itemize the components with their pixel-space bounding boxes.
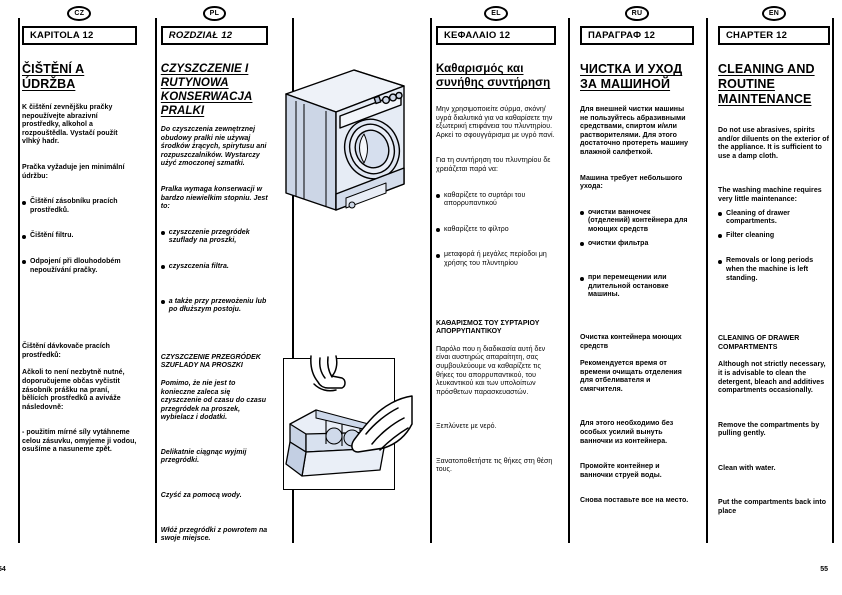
paragraph: Although not strictly necessary, it is a…: [718, 361, 826, 395]
paragraph: Włóż przegródki z powrotem na swoje miej…: [160, 526, 268, 543]
subsection-heading-en: CLEANING OF DRAWER COMPARTMENTS: [718, 335, 800, 351]
paragraph: Ξανατοποθετήστε τις θήκες στη θέση τους.: [436, 457, 553, 474]
section-heading-pl: CZYSZCZENIE I RUTYNOWA KONSERWACJA PRALK…: [160, 63, 253, 117]
lang-badge-row-el: EL: [434, 0, 558, 26]
paragraph: Pomimo, że nie jest to konieczne zaleca …: [160, 379, 267, 422]
drawer-removal-illustration: [280, 352, 415, 497]
section-body-pl: Do czyszczenia zewnętrznej obudowy pralk…: [160, 118, 268, 544]
list-item: καθαρίζετε το φίλτρο: [436, 226, 556, 235]
washing-machine-illustration: [280, 62, 410, 217]
language-column-en: EN CHAPTER 12 CLEANING AND ROUTINE MAINT…: [706, 0, 842, 595]
paragraph: Clean with water.: [718, 464, 776, 472]
paragraph: Delikatnie ciągnąc wyjmij przegródki.: [160, 448, 247, 465]
list-item: Čištění zásobníku pracích prostředků.: [22, 198, 137, 215]
language-column-el: EL ΚΕΦΑΛΑΙΟ 12 Καθαρισμός και συνήθης συ…: [420, 0, 568, 595]
subsection-heading-ru: Очистка контейнера моющих средств: [580, 333, 682, 350]
paragraph: Ačkoli to není nezbytně nutné, doporučuj…: [22, 369, 125, 411]
list-item: μεταφορά ή μεγάλες περίοδοι μη χρήσης το…: [436, 251, 556, 268]
list-item: очистки ванночек (отделений) контейнера …: [580, 209, 694, 235]
page-left: CZ KAPITOLA 12 ČIŠTĚNÍ A ÚDRŽBA K čištěn…: [0, 0, 420, 595]
paragraph: Czyść za pomocą wody.: [160, 492, 242, 500]
paragraph: Παρόλο που η διαδικασία αυτή δεν είναι α…: [436, 345, 546, 396]
section-heading-en: CLEANING AND ROUTINE MAINTENANCE: [718, 62, 815, 106]
chapter-box-el: ΚΕΦΑΛΑΙΟ 12: [436, 26, 556, 45]
paragraph: Remove the compartments by pulling gentl…: [718, 421, 820, 438]
chapter-box-cz: KAPITOLA 12: [22, 26, 137, 45]
paragraph: K čištění zevnějšku pračky nepoužívejte …: [22, 104, 118, 146]
list-item: Cleaning of drawer compartments.: [718, 210, 830, 227]
lang-badge-pl: PL: [202, 5, 227, 21]
paragraph: - použitím mírné síly vytáhneme celou zá…: [22, 429, 137, 454]
language-column-ru: RU ПАРАГРАФ 12 ЧИСТКА И УХОД ЗА МАШИНОЙ …: [568, 0, 706, 595]
paragraph: Pračka vyžaduje jen minimální údržbu:: [22, 163, 125, 180]
list-item: czyszczenia filtra.: [160, 263, 268, 272]
list-item: czyszczenie przegródek szuflady na prosz…: [160, 229, 268, 246]
chapter-label-el: ΚΕΦΑΛΑΙΟ 12: [444, 30, 511, 41]
language-column-pl: PL ROZDZIAŁ 12 CZYSZCZENIE I RUTYNOWA KO…: [149, 0, 280, 595]
language-column-cz: CZ KAPITOLA 12 ČIŠTĚNÍ A ÚDRŽBA K čištěn…: [0, 0, 149, 595]
section-body-ru: Для внешней чистки машины не пользуйтесь…: [580, 92, 694, 506]
section-heading-cz: ČIŠTĚNÍ A ÚDRŽBA: [22, 62, 85, 91]
chapter-box-en: CHAPTER 12: [718, 26, 830, 45]
subsection-heading-pl: CZYSZCZENIE PRZEGRÓDEK SZUFLADY NA PROSZ…: [160, 353, 261, 370]
lang-badge-row-pl: PL: [159, 0, 270, 26]
lang-badge-en: EN: [761, 5, 787, 21]
chapter-box-ru: ПАРАГРАФ 12: [580, 26, 694, 45]
lang-badge-cz: CZ: [67, 5, 92, 21]
list-item: при перемещении или длительной остановке…: [580, 274, 694, 300]
paragraph: Для этого необходимо без особых усилий в…: [580, 420, 674, 445]
paragraph: Ξεπλύνετε με νερό.: [436, 423, 497, 431]
illustration-column: [280, 0, 420, 595]
list-item: очистки фильтра: [580, 240, 694, 249]
paragraph: Машина требует небольшого ухода:: [580, 174, 683, 191]
paragraph: Рекомендуется время от времени очищать о…: [580, 360, 682, 393]
section-body-cz: K čištění zevnějšku pračky nepoužívejte …: [22, 92, 137, 455]
paragraph: Для внешней чистки машины не пользуйтесь…: [580, 106, 689, 156]
lang-badge-row-ru: RU: [578, 0, 696, 26]
chapter-label-pl: ROZDZIAŁ 12: [168, 30, 233, 41]
section-body-en: Do not use abrasives, spirits and/or dil…: [718, 107, 830, 517]
paragraph: The washing machine requires very little…: [718, 187, 822, 203]
list-item: a także przy przewożeniu lub po dłuższym…: [160, 298, 268, 315]
paragraph: Снова поставьте все на место.: [580, 497, 689, 505]
chapter-label-ru: ПАРАГРАФ 12: [588, 30, 656, 41]
lang-badge-row-en: EN: [716, 0, 832, 26]
subsection-heading-el: ΚΑΘΑΡΙΣΜΟΣ ΤΟΥ ΣΥΡΤΑΡΙΟΥ ΑΠΟΡΡΥΠΑΝΤΙΚΟΥ: [436, 319, 540, 336]
subsection-heading-cz: Čištění dávkovače pracích prostředků:: [22, 343, 110, 359]
lang-badge-ru: RU: [624, 5, 650, 21]
page-right: EL ΚΕΦΑΛΑΙΟ 12 Καθαρισμός και συνήθης συ…: [420, 0, 842, 595]
manual-page-spread: CZ KAPITOLA 12 ČIŠTĚNÍ A ÚDRŽBA K čištěn…: [0, 0, 842, 595]
chapter-box-pl: ROZDZIAŁ 12: [160, 26, 268, 45]
lang-badge-row-cz: CZ: [20, 0, 139, 26]
section-body-el: Μην χρησιμοποιείτε σύρμα, σκόνη/υγρά δια…: [436, 90, 556, 475]
page-number-right: 55: [820, 566, 828, 573]
list-item: Removals or long periods when the machin…: [718, 257, 830, 283]
chapter-label-cz: KAPITOLA 12: [30, 30, 94, 41]
paragraph: Pralka wymaga konserwacji w bardzo niewi…: [160, 185, 268, 211]
list-item: καθαρίζετε το συρτάρι του απορρυπαντικού: [436, 192, 556, 209]
paragraph: Put the compartments back into place: [718, 499, 827, 516]
page-number-left: 54: [0, 566, 6, 573]
paragraph: Do not use abrasives, spirits and/or dil…: [718, 127, 829, 160]
paragraph: Промойте контейнер и ванночки струей вод…: [580, 463, 662, 479]
paragraph: Μην χρησιμοποιείτε σύρμα, σκόνη/υγρά δια…: [436, 106, 555, 139]
chapter-label-en: CHAPTER 12: [726, 30, 788, 41]
lang-badge-el: EL: [484, 5, 508, 21]
list-item: Odpojení při dlouhodobém nepoužívání pra…: [22, 258, 137, 275]
paragraph: Για τη συντήρηση του πλυντηρίου δε χρειά…: [436, 157, 551, 173]
list-item: Čištění filtru.: [22, 232, 137, 241]
section-heading-ru: ЧИСТКА И УХОД ЗА МАШИНОЙ: [580, 62, 683, 91]
list-item: Filter cleaning: [718, 232, 830, 241]
paragraph: Do czyszczenia zewnętrznej obudowy pralk…: [160, 126, 267, 168]
section-heading-el: Καθαρισμός και συνήθης συντήρηση: [436, 63, 551, 89]
